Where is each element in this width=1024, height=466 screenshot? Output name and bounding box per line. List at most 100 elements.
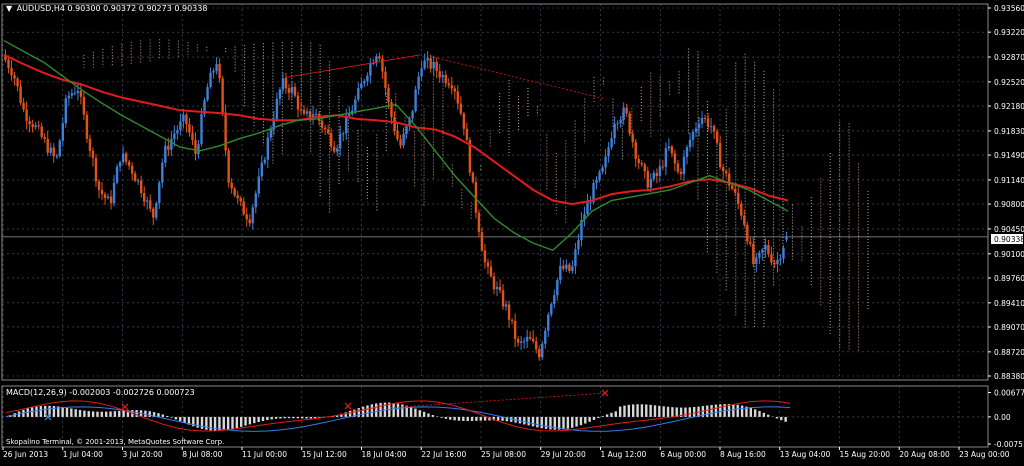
candle-body bbox=[263, 159, 267, 163]
candle-body bbox=[22, 102, 25, 110]
candle[interactable] bbox=[203, 97, 206, 117]
price-tick-label: 0.88380 bbox=[994, 372, 1024, 381]
candle-body bbox=[197, 144, 200, 154]
candle[interactable] bbox=[115, 163, 119, 185]
candle-body bbox=[381, 58, 384, 72]
candle-body bbox=[724, 171, 728, 174]
price-tick-label: 0.92520 bbox=[994, 78, 1024, 87]
candle-body bbox=[233, 188, 236, 196]
candle-body bbox=[329, 133, 333, 147]
candle-body bbox=[628, 113, 631, 134]
chart-canvas[interactable]: 0.93560 0.93220 0.92870 0.92520 0.92180 0.918… bbox=[0, 0, 1024, 462]
candle-body bbox=[743, 215, 746, 225]
candle-body bbox=[426, 58, 429, 61]
candle-body bbox=[685, 147, 689, 157]
candle-body bbox=[369, 63, 372, 76]
candle-body bbox=[10, 68, 13, 76]
candle-body bbox=[28, 120, 31, 125]
candle-body bbox=[378, 56, 381, 59]
candle-body bbox=[49, 147, 52, 153]
candle-body bbox=[598, 171, 601, 180]
candle-body bbox=[366, 75, 369, 82]
candle-body bbox=[185, 114, 188, 125]
candle-body bbox=[106, 196, 110, 199]
candle-body bbox=[97, 181, 101, 190]
candle-body bbox=[550, 304, 553, 315]
candle-body bbox=[13, 75, 16, 79]
candle-body bbox=[290, 86, 294, 93]
time-tick-label: 3 Jul 20:00 bbox=[123, 450, 163, 459]
candle-body bbox=[34, 125, 37, 128]
candle-body bbox=[176, 130, 179, 134]
candle-body bbox=[471, 172, 475, 183]
candle[interactable] bbox=[746, 221, 749, 246]
candle-body bbox=[516, 338, 520, 343]
candle-body bbox=[577, 240, 580, 250]
candle-body bbox=[194, 140, 197, 154]
trading-chart[interactable]: 0.93560 0.93220 0.92870 0.92520 0.92180 0.918… bbox=[0, 0, 1024, 462]
candle[interactable] bbox=[414, 85, 417, 113]
time-tick-label: 23 Aug 00:00 bbox=[959, 450, 1010, 459]
candle-body bbox=[510, 319, 514, 321]
candle-body bbox=[70, 93, 74, 96]
time-tick-label: 22 Jul 16:00 bbox=[421, 450, 466, 459]
candle[interactable] bbox=[471, 171, 475, 184]
candle-body bbox=[345, 115, 348, 134]
candle-body bbox=[405, 126, 408, 134]
candle-body bbox=[625, 107, 628, 114]
price-tick-label: 0.90450 bbox=[994, 225, 1024, 234]
price-tick-label: 0.90800 bbox=[994, 200, 1024, 209]
candle-body bbox=[402, 133, 405, 146]
candle-body bbox=[146, 200, 149, 202]
price-tick-label: 0.91140 bbox=[994, 176, 1024, 185]
candle-body bbox=[562, 265, 565, 269]
candle-body bbox=[58, 140, 61, 157]
candle-body bbox=[495, 287, 499, 290]
time-tick-label: 29 Jul 20:00 bbox=[541, 450, 586, 459]
candle-body bbox=[332, 146, 336, 152]
candle-body bbox=[191, 132, 194, 141]
candle-body bbox=[254, 193, 257, 208]
candle-body bbox=[761, 249, 764, 253]
candle-body bbox=[450, 85, 453, 89]
candle-body bbox=[432, 61, 435, 69]
candle-body bbox=[393, 117, 396, 131]
candle-body bbox=[155, 203, 158, 218]
candle-body bbox=[76, 90, 80, 94]
candle-body bbox=[758, 252, 761, 258]
candle-body bbox=[571, 266, 574, 272]
macd-tick-label: 0.006774 bbox=[994, 388, 1024, 397]
candle[interactable] bbox=[58, 138, 61, 158]
candle-body bbox=[610, 138, 613, 148]
candle-body bbox=[640, 163, 643, 165]
candle-body bbox=[7, 59, 10, 69]
candle[interactable] bbox=[64, 94, 68, 128]
candle[interactable] bbox=[221, 75, 224, 117]
candle-body bbox=[73, 93, 77, 95]
candle-body bbox=[613, 123, 616, 139]
candle-body bbox=[221, 78, 224, 113]
candle[interactable] bbox=[227, 147, 230, 188]
header-arrow-icon[interactable]: ▼ bbox=[6, 4, 13, 13]
candle-body bbox=[55, 156, 58, 158]
candle[interactable] bbox=[468, 137, 472, 177]
candle-body bbox=[396, 130, 399, 140]
price-tick-label: 0.90100 bbox=[994, 250, 1024, 259]
price-tick-label: 0.89070 bbox=[994, 323, 1024, 332]
candle-body bbox=[676, 163, 680, 172]
candle-body bbox=[293, 86, 297, 96]
candle-body bbox=[85, 114, 89, 139]
candle-body bbox=[167, 145, 170, 150]
candle[interactable] bbox=[541, 341, 544, 360]
candle-body bbox=[209, 72, 212, 88]
candle-body bbox=[709, 126, 713, 128]
candle[interactable] bbox=[155, 201, 158, 221]
candle[interactable] bbox=[85, 110, 89, 143]
copyright: Skopalino Terminal, © 2001-2013, MetaQuo… bbox=[6, 438, 224, 446]
candle-body bbox=[336, 148, 339, 152]
candle[interactable] bbox=[628, 111, 631, 137]
candle-body bbox=[188, 124, 191, 133]
candle-body bbox=[649, 179, 652, 188]
candle-body bbox=[688, 139, 692, 148]
candle-body bbox=[52, 147, 55, 157]
